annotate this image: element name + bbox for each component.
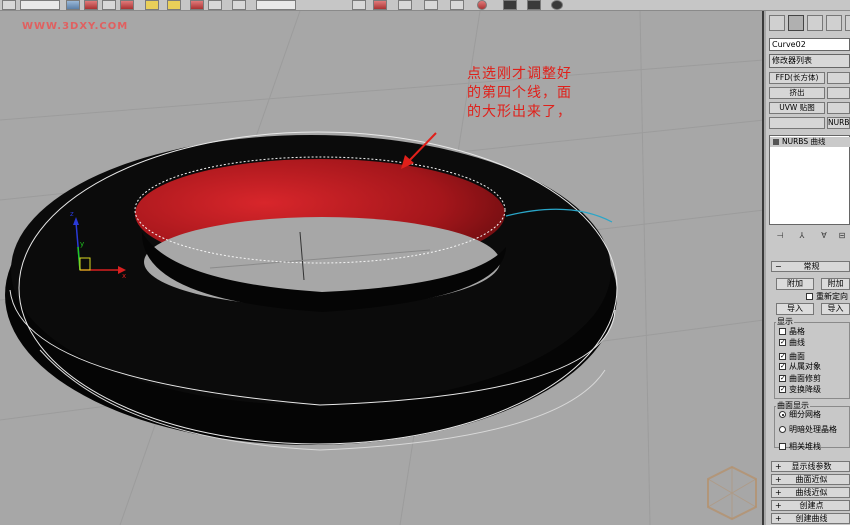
display-group-title: 显示 xyxy=(776,317,794,326)
checkbox-box[interactable]: ✓ xyxy=(779,339,786,346)
checkbox-label: 晶格 xyxy=(789,327,805,336)
modify-tab-icon[interactable] xyxy=(788,15,804,31)
radio-button[interactable] xyxy=(779,426,786,433)
modifier-button-4[interactable] xyxy=(827,87,850,99)
surface-display-group-title: 曲面显示 xyxy=(776,401,810,410)
reorient-label: 重新定向 xyxy=(816,292,848,301)
mirror-icon[interactable] xyxy=(352,0,366,10)
stack-item-nurbs-curve[interactable]: NURBS 曲线 xyxy=(770,137,850,147)
named-selection-sets-dropdown[interactable] xyxy=(256,0,296,10)
checkbox-box[interactable] xyxy=(779,328,786,335)
selection-filter-dropdown[interactable] xyxy=(20,0,60,10)
rectangular-selection-icon[interactable] xyxy=(84,0,98,10)
rollout-title: 曲线近似 xyxy=(795,488,828,497)
angle-snap-icon[interactable] xyxy=(167,0,181,10)
attach-multiple-button[interactable]: 附加 xyxy=(821,278,850,290)
remove-modifier-icon[interactable]: ⊟ xyxy=(837,231,847,241)
annotation-line-3: 的大形出来了， xyxy=(467,104,572,120)
uvw-map-button[interactable]: UVW 贴图 xyxy=(769,102,825,114)
checkbox-box[interactable]: ✓ xyxy=(779,353,786,360)
axis-y-label: y xyxy=(80,240,84,248)
checkbox-label: 从属对象 xyxy=(789,362,821,371)
create-tab-icon[interactable] xyxy=(769,15,785,31)
checkbox-box[interactable]: ✓ xyxy=(779,375,786,382)
checkbox-label: 曲线 xyxy=(789,338,805,347)
curve-editor-icon[interactable] xyxy=(424,0,438,10)
axis-z-label: z xyxy=(70,210,74,218)
named-selection-icon[interactable] xyxy=(232,0,246,10)
relational-stack-label: 相关堆栈 xyxy=(789,442,821,451)
modifier-list-dropdown[interactable]: 修改器列表 xyxy=(769,54,850,68)
main-toolbar xyxy=(0,0,850,11)
modifier-button-2[interactable] xyxy=(827,72,850,84)
collapsed-rollout-header[interactable]: + 曲面近似 xyxy=(771,474,850,485)
radio-button[interactable] xyxy=(779,411,786,418)
align-icon[interactable] xyxy=(373,0,387,10)
display-tab-icon[interactable] xyxy=(845,15,850,31)
command-panel-tabs xyxy=(766,13,850,33)
modifier-button-7[interactable] xyxy=(769,117,825,129)
reorient-check[interactable] xyxy=(806,293,813,300)
rollout-title: 创建曲线 xyxy=(795,514,828,523)
checkbox-label: 变换降级 xyxy=(789,385,821,394)
extrude-button[interactable]: 挤出 xyxy=(769,87,825,99)
3dxy-logo xyxy=(707,465,757,521)
radio-label: 细分网格 xyxy=(789,410,821,419)
snap-toggle-icon[interactable] xyxy=(145,0,159,10)
hierarchy-tab-icon[interactable] xyxy=(807,15,823,31)
spinner-snap-icon[interactable] xyxy=(208,0,222,10)
attach-button[interactable]: 附加 xyxy=(776,278,814,290)
select-object-icon[interactable] xyxy=(2,0,16,10)
layer-manager-icon[interactable] xyxy=(398,0,412,10)
tutorial-annotation: 点选刚才调整好 的第四个线，面 的大形出来了， xyxy=(467,65,607,122)
rollout-title: 显示线参数 xyxy=(791,462,832,471)
schematic-view-icon[interactable] xyxy=(450,0,464,10)
checkbox-box[interactable]: ✓ xyxy=(779,386,786,393)
site-watermark: WWW.3DXY.COM xyxy=(22,21,129,32)
window-crossing-icon[interactable] xyxy=(102,0,116,10)
checkbox-label: 曲面 xyxy=(789,352,805,361)
general-rollout-header[interactable]: − 常规 xyxy=(771,261,850,272)
select-by-name-icon[interactable] xyxy=(66,0,80,10)
stack-toolbar: ⊣ ⅄ ∀ ⊟ xyxy=(769,229,850,243)
collapsed-rollout-header[interactable]: + 创建点 xyxy=(771,500,850,511)
collapsed-rollout-header[interactable]: + 显示线参数 xyxy=(771,461,850,472)
stack-collapse-icon[interactable] xyxy=(773,139,779,145)
general-rollout-title: 常规 xyxy=(803,262,820,271)
viewport-scene: z y x xyxy=(0,11,762,525)
pin-stack-icon[interactable]: ⊣ xyxy=(775,231,785,241)
collapsed-rollout-header[interactable]: + 创建曲线 xyxy=(771,513,850,524)
import-multiple-button[interactable]: 导入 xyxy=(821,303,850,315)
modifier-button-6[interactable] xyxy=(827,102,850,114)
stack-item-label: NURBS 曲线 xyxy=(782,137,826,146)
annotation-line-2: 的第四个线，面 xyxy=(467,85,572,101)
percent-snap-icon[interactable] xyxy=(190,0,204,10)
axis-x-label: x xyxy=(122,272,126,280)
import-button[interactable]: 导入 xyxy=(776,303,814,315)
checkbox-label: 曲面修剪 xyxy=(789,374,821,383)
move-icon[interactable] xyxy=(120,0,134,10)
torus-object[interactable] xyxy=(5,131,618,451)
quick-render-icon[interactable] xyxy=(551,0,563,10)
material-editor-icon[interactable] xyxy=(477,0,487,10)
ffd-box-button[interactable]: FFD(长方体) xyxy=(769,72,825,84)
rollout-title: 曲面近似 xyxy=(795,475,828,484)
rendered-frame-icon[interactable] xyxy=(527,0,541,10)
show-end-result-icon[interactable]: ⅄ xyxy=(797,231,807,241)
motion-tab-icon[interactable] xyxy=(826,15,842,31)
nurbs-button[interactable]: NURBS xyxy=(827,117,850,129)
collapsed-rollout-header[interactable]: + 曲线近似 xyxy=(771,487,850,498)
checkbox-box[interactable]: ✓ xyxy=(779,363,786,370)
modifier-stack: NURBS 曲线 xyxy=(769,135,850,225)
radio-label: 明暗处理晶格 xyxy=(789,425,837,434)
annotation-line-1: 点选刚才调整好 xyxy=(467,66,572,82)
make-unique-icon[interactable]: ∀ xyxy=(819,231,829,241)
perspective-viewport[interactable]: z y x WWW.3DXY.COM 点选刚才调整好 的第四个线，面 的大形出来… xyxy=(0,11,764,525)
object-name-field[interactable]: Curve02 xyxy=(769,38,850,51)
rollout-title: 创建点 xyxy=(799,501,824,510)
command-panel: Curve02 修改器列表 FFD(长方体) 挤出 UVW 贴图 NURBS N… xyxy=(766,11,850,525)
render-setup-icon[interactable] xyxy=(503,0,517,10)
relational-stack-check[interactable] xyxy=(779,443,786,450)
